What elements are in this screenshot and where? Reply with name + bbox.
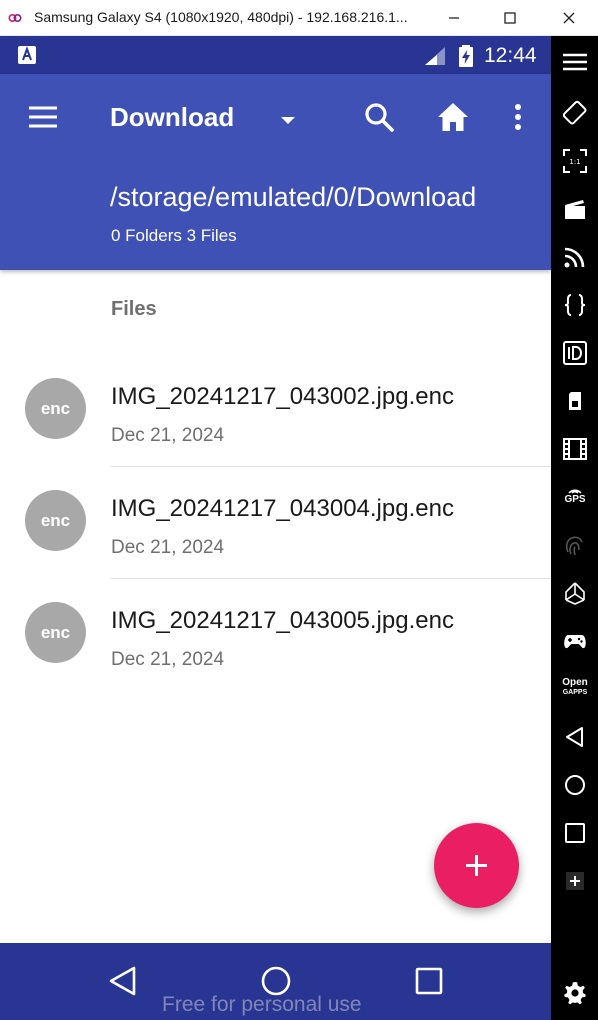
notification-app-icon	[18, 46, 36, 64]
back-nav-button[interactable]	[105, 963, 141, 999]
capture-code-button[interactable]	[562, 292, 588, 318]
hamburger-menu-icon	[563, 53, 587, 71]
gps-button[interactable]: GPS	[555, 484, 595, 505]
dropdown-arrow-icon	[281, 117, 295, 124]
device-id-button[interactable]	[562, 340, 588, 366]
recents-square-icon	[415, 967, 443, 995]
home-button[interactable]	[435, 99, 471, 135]
genymotion-app-icon	[8, 13, 22, 23]
back-triangle-icon	[566, 727, 583, 747]
file-list-item[interactable]: enc IMG_20241217_043002.jpg.enc Dec 21, …	[0, 361, 551, 473]
list-divider	[111, 578, 551, 579]
gamepad-icon	[564, 635, 586, 649]
rss-cast-icon	[564, 247, 585, 268]
navigation-bar: Free for personal use	[0, 943, 551, 1020]
back-triangle-icon	[109, 966, 136, 996]
add-fab-button[interactable]	[434, 823, 519, 908]
biometrics-button[interactable]	[562, 532, 588, 558]
battery-charging-icon	[459, 45, 473, 67]
menu-button[interactable]	[25, 99, 61, 135]
home-icon	[438, 103, 468, 131]
file-list-item[interactable]: enc IMG_20241217_043004.jpg.enc Dec 21, …	[0, 473, 551, 585]
folder-title[interactable]: Download	[110, 102, 234, 133]
file-list-item[interactable]: enc IMG_20241217_043005.jpg.enc Dec 21, …	[0, 585, 551, 697]
open-gapps-label-1: Open	[562, 677, 588, 688]
hamburger-menu-icon	[29, 106, 57, 128]
close-window-button[interactable]	[557, 6, 581, 30]
volume-up-button[interactable]	[562, 868, 588, 894]
plus-icon	[466, 855, 487, 876]
file-type-avatar: enc	[25, 602, 86, 663]
file-type-avatar: enc	[25, 490, 86, 551]
maximize-icon	[504, 12, 516, 24]
files-section-header: Files	[111, 298, 157, 320]
maximize-button[interactable]	[498, 6, 522, 30]
window-title: Samsung Galaxy S4 (1080x1920, 480dpi) - …	[34, 9, 408, 25]
recents-nav-button[interactable]	[411, 963, 447, 999]
emulator-toolbar: 1:1 GPS Open GAPPS	[551, 36, 598, 1020]
file-date: Dec 21, 2024	[111, 425, 225, 446]
clapperboard-icon	[565, 200, 585, 219]
list-divider	[111, 466, 551, 467]
status-bar: 12:44	[0, 36, 551, 74]
plus-box-icon	[566, 872, 584, 890]
file-type-avatar: enc	[25, 378, 86, 439]
folder-dropdown-button[interactable]	[270, 102, 306, 138]
file-date: Dec 21, 2024	[111, 649, 225, 670]
gear-icon	[564, 982, 586, 1005]
file-date: Dec 21, 2024	[111, 537, 225, 558]
signal-icon	[425, 47, 445, 65]
open-gapps-label-2: GAPPS	[562, 689, 588, 696]
svg-text:1:1: 1:1	[569, 158, 580, 166]
media-button[interactable]	[562, 436, 588, 462]
screen-capture-button[interactable]	[562, 196, 588, 222]
minimize-icon	[449, 17, 459, 19]
close-icon	[563, 12, 575, 24]
rotate-device-button[interactable]	[562, 100, 588, 126]
motion-sensors-button[interactable]	[562, 580, 588, 606]
gamepad-button[interactable]	[562, 628, 588, 654]
pixel-perfect-icon: 1:1	[563, 149, 587, 173]
toolbar-menu-button[interactable]	[562, 49, 588, 75]
gps-signal-icon	[568, 489, 582, 494]
sim-card-button[interactable]	[562, 388, 588, 414]
film-strip-icon	[563, 438, 587, 460]
open-gapps-button[interactable]: Open GAPPS	[555, 678, 595, 697]
toolbar-back-button[interactable]	[562, 724, 588, 750]
watermark-text: Free for personal use	[162, 993, 362, 1016]
toolbar-recents-button[interactable]	[562, 820, 588, 846]
rotate-icon	[562, 100, 587, 125]
home-circle-icon	[565, 775, 585, 795]
toolbar-home-button[interactable]	[562, 772, 588, 798]
file-name: IMG_20241217_043004.jpg.enc	[111, 495, 454, 522]
fingerprint-icon	[565, 536, 583, 556]
current-path: /storage/emulated/0/Download	[110, 182, 477, 212]
app-bar: Download /storage/emulated/0/Download 0 …	[0, 74, 551, 270]
search-icon	[365, 103, 394, 132]
recents-square-icon	[565, 823, 585, 843]
pixel-perfect-button[interactable]: 1:1	[562, 148, 588, 174]
overflow-menu-button[interactable]	[500, 99, 536, 135]
more-vertical-icon	[515, 104, 521, 130]
cast-button[interactable]	[562, 244, 588, 270]
file-name: IMG_20241217_043005.jpg.enc	[111, 607, 454, 634]
status-time: 12:44	[484, 44, 537, 67]
minimize-button[interactable]	[442, 6, 466, 30]
device-screen: 12:44 Download /storage/emulated/0/Downl…	[0, 36, 551, 1020]
id-card-icon	[563, 341, 587, 365]
braces-icon	[564, 294, 586, 316]
item-count: 0 Folders 3 Files	[111, 226, 237, 245]
gps-label: GPS	[564, 494, 586, 505]
file-name: IMG_20241217_043002.jpg.enc	[111, 383, 454, 410]
window-titlebar: Samsung Galaxy S4 (1080x1920, 480dpi) - …	[0, 0, 598, 36]
axis-sensor-icon	[565, 582, 585, 605]
sim-card-icon	[569, 392, 581, 410]
search-button[interactable]	[361, 99, 397, 135]
settings-button[interactable]	[562, 980, 588, 1006]
